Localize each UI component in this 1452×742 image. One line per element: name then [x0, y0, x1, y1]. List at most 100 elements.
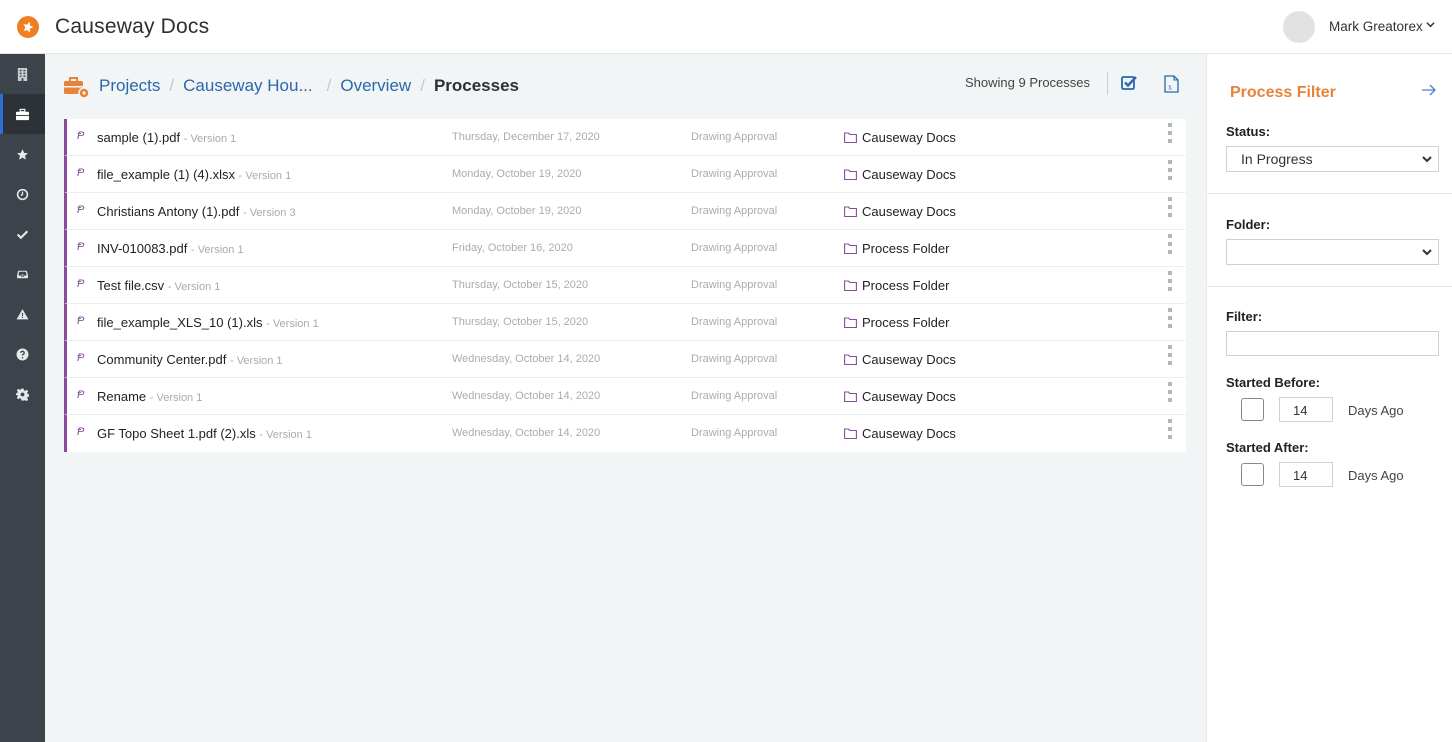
breadcrumb-separator: / [420, 76, 425, 95]
nav-item-tasks[interactable] [0, 214, 45, 254]
collapse-arrow-icon[interactable] [1422, 83, 1437, 101]
process-folder-link[interactable]: Causeway Docs [844, 167, 956, 182]
project-settings-icon [64, 77, 90, 104]
filter-divider [1207, 286, 1452, 287]
process-folder-link[interactable]: Causeway Docs [844, 389, 956, 404]
file-version: - Version 1 [238, 170, 292, 182]
process-file-name[interactable]: Rename - Version 1 [97, 389, 202, 404]
file-version: - Version 1 [183, 133, 237, 145]
left-nav [0, 54, 45, 742]
process-row[interactable]: Ᵽ Rename - Version 1 Wednesday, October 14… [64, 378, 1186, 415]
nav-item-recent[interactable] [0, 174, 45, 214]
process-date: Friday, October 16, 2020 [452, 242, 573, 254]
row-menu-icon[interactable] [1166, 308, 1174, 328]
process-row[interactable]: Ᵽ INV-010083.pdf - Version 1 Friday, Octob… [64, 230, 1186, 267]
process-type: Drawing Approval [691, 242, 778, 254]
file-version: - Version 1 [167, 281, 221, 293]
nav-item-settings[interactable] [0, 374, 45, 414]
process-date: Wednesday, October 14, 2020 [452, 353, 601, 365]
process-row[interactable]: Ᵽfile_example (1) (4).xlsx - Version 1 Mo… [64, 156, 1186, 193]
row-menu-icon[interactable] [1166, 382, 1174, 402]
process-folder-link[interactable]: Causeway Docs [844, 426, 956, 441]
process-file-name[interactable]: Christians Antony (1).pdf - Version 3 [97, 204, 296, 219]
branch-icon: Ᵽ [77, 389, 85, 401]
filter-title: Process Filter [1230, 84, 1336, 101]
started-before-days-ago: Days Ago [1348, 403, 1404, 418]
nav-item-help[interactable] [0, 334, 45, 374]
process-row[interactable]: Ᵽ Community Center.pdf - Version 1 Wednesd… [64, 341, 1186, 378]
row-menu-icon[interactable] [1166, 197, 1174, 217]
folder-icon [844, 206, 857, 217]
row-menu-icon[interactable] [1166, 123, 1174, 143]
process-filter-panel: Process Filter Status: In Progress Folde… [1206, 54, 1452, 742]
nav-item-favorites[interactable] [0, 134, 45, 174]
nav-item-projects[interactable] [0, 94, 45, 134]
filter-text-input[interactable] [1226, 331, 1439, 356]
folder-icon [844, 354, 857, 365]
chevron-down-icon[interactable] [1426, 20, 1435, 32]
filter-divider [1207, 193, 1452, 194]
row-menu-icon[interactable] [1166, 345, 1174, 365]
help-icon [16, 348, 29, 360]
nav-item-inbox[interactable] [0, 254, 45, 294]
folder-name: Causeway Docs [862, 426, 956, 441]
process-row[interactable]: Ᵽ GF Topo Sheet 1.pdf (2).xls - Version 1… [64, 415, 1186, 452]
folder-label: Folder: [1226, 217, 1271, 232]
nav-item-issues[interactable] [0, 294, 45, 334]
started-after-checkbox[interactable] [1241, 463, 1264, 486]
nav-item-building[interactable] [0, 54, 45, 94]
breadcrumb-separator: / [169, 76, 175, 95]
process-file-name[interactable]: Community Center.pdf - Version 1 [97, 352, 283, 367]
folder-select[interactable] [1226, 239, 1439, 265]
svg-text:x: x [1168, 83, 1172, 92]
process-date: Thursday, October 15, 2020 [452, 279, 589, 291]
process-folder-link[interactable]: Causeway Docs [844, 204, 956, 219]
checkmark-icon [16, 229, 29, 239]
user-menu-name[interactable]: Mark Greatorex [1329, 19, 1423, 34]
branch-icon: Ᵽ [77, 130, 85, 142]
folder-name: Process Folder [862, 315, 950, 330]
process-file-name[interactable]: file_example_XLS_10 (1).xls - Version 1 [97, 315, 319, 330]
row-menu-icon[interactable] [1166, 419, 1174, 439]
process-count: Showing 9 Processes [965, 75, 1091, 90]
row-menu-icon[interactable] [1166, 160, 1174, 180]
app-logo-icon[interactable] [17, 16, 39, 38]
briefcase-icon [16, 108, 29, 120]
process-row[interactable]: Ᵽ Test file.csv - Version 1 Thursday, Octo… [64, 267, 1186, 304]
breadcrumb-overview[interactable]: Overview [340, 76, 411, 96]
file-name: Community Center.pdf [97, 352, 227, 367]
user-avatar[interactable] [1283, 11, 1315, 43]
process-file-name[interactable]: GF Topo Sheet 1.pdf (2).xls - Version 1 [97, 426, 312, 441]
export-excel-button[interactable]: x [1164, 75, 1179, 98]
started-before-checkbox[interactable] [1241, 398, 1264, 421]
folder-icon [844, 132, 857, 143]
process-row[interactable]: Ᵽ Christians Antony (1).pdf - Version 3 Mo… [64, 193, 1186, 230]
started-before-days-input[interactable]: 14 [1279, 397, 1333, 422]
process-folder-link[interactable]: Process Folder [844, 278, 949, 293]
select-all-button[interactable] [1121, 75, 1137, 95]
row-menu-icon[interactable] [1166, 234, 1174, 254]
process-date: Monday, October 19, 2020 [452, 168, 582, 180]
breadcrumb-project[interactable]: Causeway Hou... [183, 76, 312, 96]
status-select[interactable]: In Progress [1226, 146, 1439, 172]
process-folder-link[interactable]: Causeway Docs [844, 130, 956, 145]
process-file-name[interactable]: file_example (1) (4).xlsx - Version 1 [97, 167, 291, 182]
gear-icon [16, 388, 29, 401]
process-date: Thursday, December 17, 2020 [452, 131, 600, 143]
process-type: Drawing Approval [691, 427, 778, 439]
row-menu-icon[interactable] [1166, 271, 1174, 291]
process-file-name[interactable]: INV-010083.pdf - Version 1 [97, 241, 244, 256]
process-row[interactable]: Ᵽfile_example_XLS_10 (1).xls - Version 1… [64, 304, 1186, 341]
breadcrumb-projects[interactable]: Projects [99, 76, 160, 96]
process-file-name[interactable]: sample (1).pdf - Version 1 [97, 130, 236, 145]
process-file-name[interactable]: Test file.csv - Version 1 [97, 278, 220, 293]
folder-name: Causeway Docs [862, 130, 956, 145]
process-folder-link[interactable]: Process Folder [844, 315, 949, 330]
process-folder-link[interactable]: Process Folder [844, 241, 949, 256]
excel-file-icon: x [1164, 75, 1179, 93]
process-folder-link[interactable]: Causeway Docs [844, 352, 956, 367]
process-row[interactable]: Ᵽsample (1).pdf - Version 1 Thursday, Dec… [64, 119, 1186, 156]
file-version: - Version 1 [259, 429, 312, 441]
folder-icon [844, 169, 857, 180]
started-after-days-input[interactable]: 14 [1279, 462, 1333, 487]
